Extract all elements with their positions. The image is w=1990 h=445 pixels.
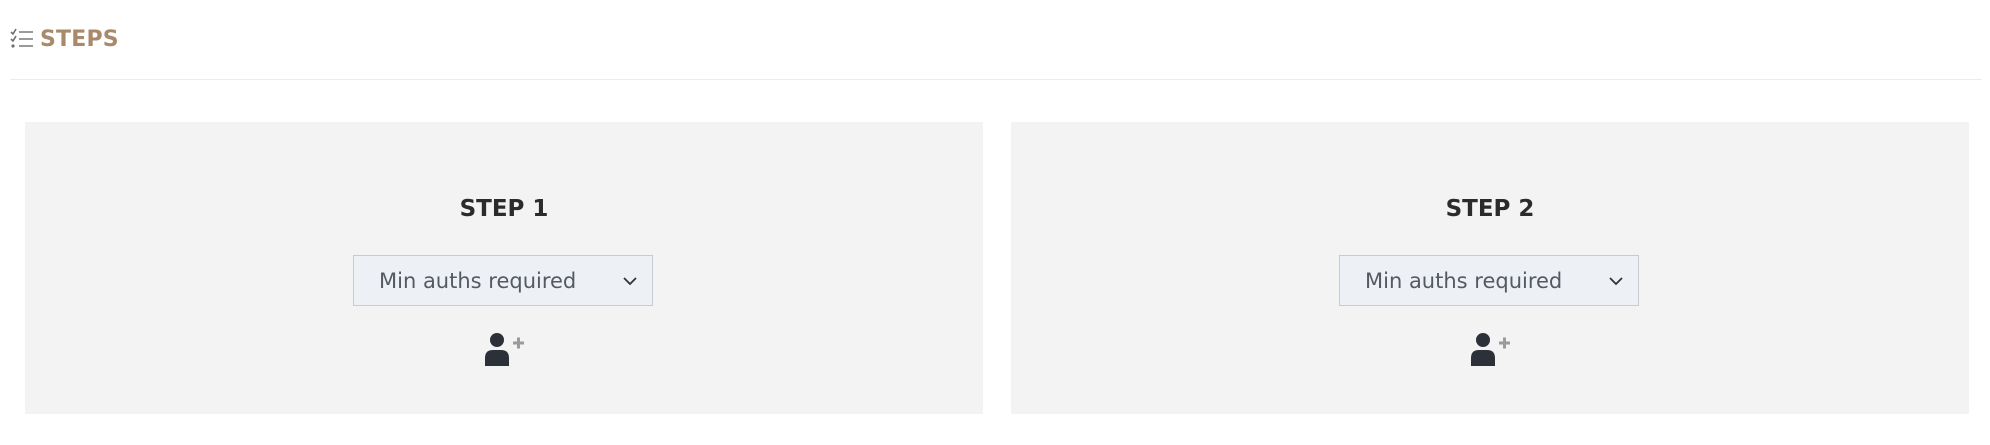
add-user-icon[interactable] (484, 332, 524, 366)
add-user-icon[interactable] (1470, 332, 1510, 366)
step-title: STEP 2 (1445, 196, 1535, 222)
step-title: STEP 1 (459, 196, 549, 222)
select-value: Min auths required (379, 268, 577, 293)
chevron-down-icon (1608, 276, 1624, 286)
select-value: Min auths required (1365, 268, 1563, 293)
checklist-icon (10, 28, 34, 50)
section-title: STEPS (40, 26, 119, 52)
step-card-2: STEP 2 Min auths required (1011, 122, 1969, 414)
min-auths-select[interactable]: Min auths required (353, 255, 653, 306)
steps-panel: STEPS STEP 1 Min auths required STEP 2 M… (0, 0, 1990, 445)
step-card-1: STEP 1 Min auths required (25, 122, 983, 414)
min-auths-select[interactable]: Min auths required (1339, 255, 1639, 306)
section-header: STEPS (10, 22, 119, 56)
chevron-down-icon (622, 276, 638, 286)
header-divider (10, 79, 1982, 80)
